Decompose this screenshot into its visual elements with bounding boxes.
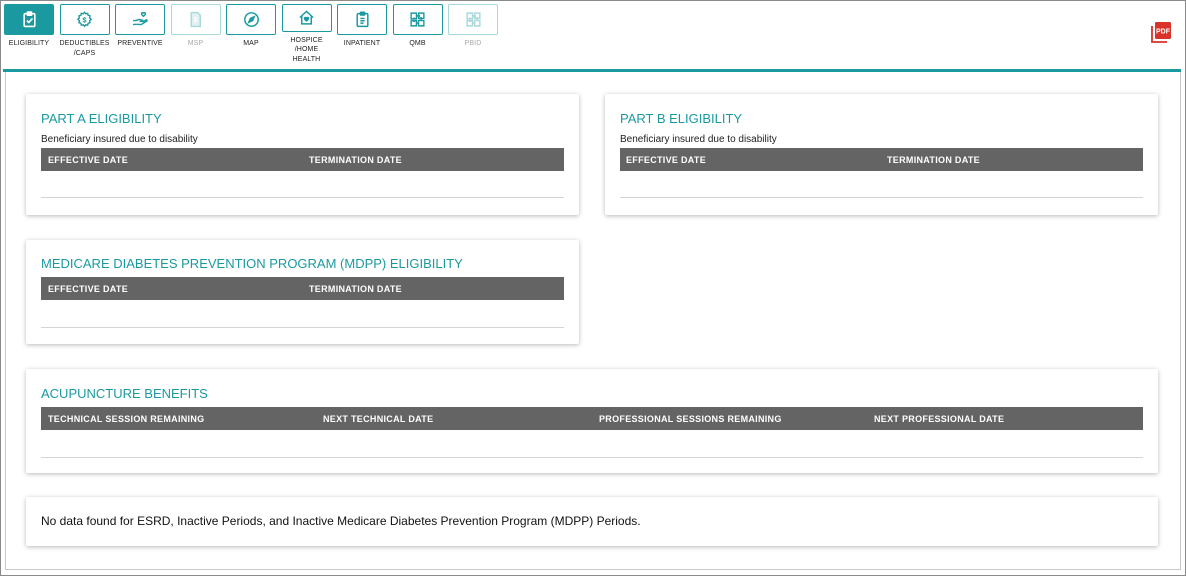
part-b-table-header: EFFECTIVE DATE TERMINATION DATE	[620, 148, 1143, 171]
tab-label: MAP	[243, 40, 259, 47]
tab-eligibility[interactable]: ELIGIBILITY	[4, 4, 54, 64]
puzzle-icon	[410, 12, 425, 27]
column-header: NEXT TECHNICAL DATE	[323, 414, 434, 424]
tab-label: MSP	[187, 40, 204, 47]
preventive-button[interactable]	[115, 4, 165, 35]
tab-msp: $ MSP	[170, 4, 221, 64]
tab-label: HOSPICE /HOME HEALTH	[290, 36, 323, 63]
hand-heart-icon	[132, 12, 148, 26]
column-header: EFFECTIVE DATE	[626, 155, 707, 165]
tab-label: DEDUCTIBLES /CAPS	[59, 40, 110, 57]
checklist-icon	[22, 11, 36, 28]
qmb-button[interactable]	[392, 4, 443, 35]
mdpp-table-header: EFFECTIVE DATE TERMINATION DATE	[41, 277, 564, 300]
no-data-message: No data found for ESRD, Inactive Periods…	[41, 514, 641, 528]
eligibility-panel: PART A ELIGIBILITY Beneficiary insured d…	[5, 72, 1181, 570]
hospice-home-health-button[interactable]	[281, 4, 332, 32]
dollar-document-icon: $	[190, 11, 201, 28]
svg-text:$: $	[194, 17, 198, 24]
column-header: TECHNICAL SESSION REMAINING	[48, 414, 205, 424]
eligibility-button[interactable]	[4, 4, 54, 35]
column-header: TERMINATION DATE	[309, 155, 402, 165]
tab-qmb[interactable]: QMB	[392, 4, 443, 64]
pdf-export-button[interactable]: PDF	[1150, 21, 1172, 43]
column-header: NEXT PROFESSIONAL DATE	[874, 414, 1005, 424]
part-a-subtitle: Beneficiary insured due to disability	[41, 134, 198, 145]
part-a-table-header: EFFECTIVE DATE TERMINATION DATE	[41, 148, 564, 171]
tab-label: PREVENTIVE	[117, 40, 163, 47]
tab-inpatient[interactable]: INPATIENT	[337, 4, 387, 64]
part-a-card: PART A ELIGIBILITY Beneficiary insured d…	[26, 94, 579, 215]
mdpp-title: MEDICARE DIABETES PREVENTION PROGRAM (MD…	[41, 256, 463, 271]
pbid-button	[448, 4, 498, 35]
table-row-divider	[41, 457, 1143, 458]
tab-map[interactable]: MAP	[226, 4, 276, 64]
part-a-title: PART A ELIGIBILITY	[41, 111, 162, 126]
pdf-label: PDF	[1156, 29, 1171, 36]
tab-label: INPATIENT	[343, 40, 381, 47]
part-b-subtitle: Beneficiary insured due to disability	[620, 134, 777, 145]
deductibles-caps-button[interactable]: $	[59, 4, 110, 35]
part-b-card: PART B ELIGIBILITY Beneficiary insured d…	[605, 94, 1158, 215]
column-header: PROFESSIONAL SESSIONS REMAINING	[599, 414, 782, 424]
map-button[interactable]	[226, 4, 276, 35]
table-row-divider	[41, 197, 564, 198]
tab-hospice-home-health[interactable]: HOSPICE /HOME HEALTH	[281, 4, 332, 64]
part-b-title: PART B ELIGIBILITY	[620, 111, 743, 126]
tab-preventive[interactable]: PREVENTIVE	[115, 4, 165, 64]
table-row-divider	[620, 197, 1143, 198]
column-header: EFFECTIVE DATE	[48, 284, 129, 294]
acupuncture-table-header: TECHNICAL SESSION REMAINING NEXT TECHNIC…	[41, 407, 1143, 430]
mdpp-card: MEDICARE DIABETES PREVENTION PROGRAM (MD…	[26, 240, 579, 344]
toolbar: ELIGIBILITY $ DEDUCTIBLES /CAPS PREVENTI…	[4, 4, 504, 64]
tab-label: QMB	[409, 40, 426, 47]
home-heart-icon	[299, 10, 314, 25]
msp-button: $	[170, 4, 221, 35]
acupuncture-title: ACUPUNCTURE BENEFITS	[41, 386, 208, 401]
column-header: TERMINATION DATE	[309, 284, 402, 294]
column-header: EFFECTIVE DATE	[48, 155, 129, 165]
inpatient-button[interactable]	[337, 4, 387, 35]
svg-text:$: $	[82, 15, 87, 24]
tab-label: PBID	[464, 40, 482, 47]
tab-label: ELIGIBILITY	[8, 40, 50, 47]
dollar-gear-icon: $	[76, 11, 93, 28]
table-row-divider	[41, 327, 564, 328]
compass-icon	[243, 12, 259, 27]
tab-pbid: PBID	[448, 4, 498, 64]
clipboard-icon	[355, 11, 369, 28]
acupuncture-card: ACUPUNCTURE BENEFITS TECHNICAL SESSION R…	[26, 369, 1158, 473]
puzzle-icon	[465, 12, 481, 27]
no-data-card: No data found for ESRD, Inactive Periods…	[26, 497, 1158, 546]
tab-deductibles-caps[interactable]: $ DEDUCTIBLES /CAPS	[59, 4, 110, 64]
pdf-icon: PDF	[1151, 22, 1171, 43]
column-header: TERMINATION DATE	[887, 155, 980, 165]
